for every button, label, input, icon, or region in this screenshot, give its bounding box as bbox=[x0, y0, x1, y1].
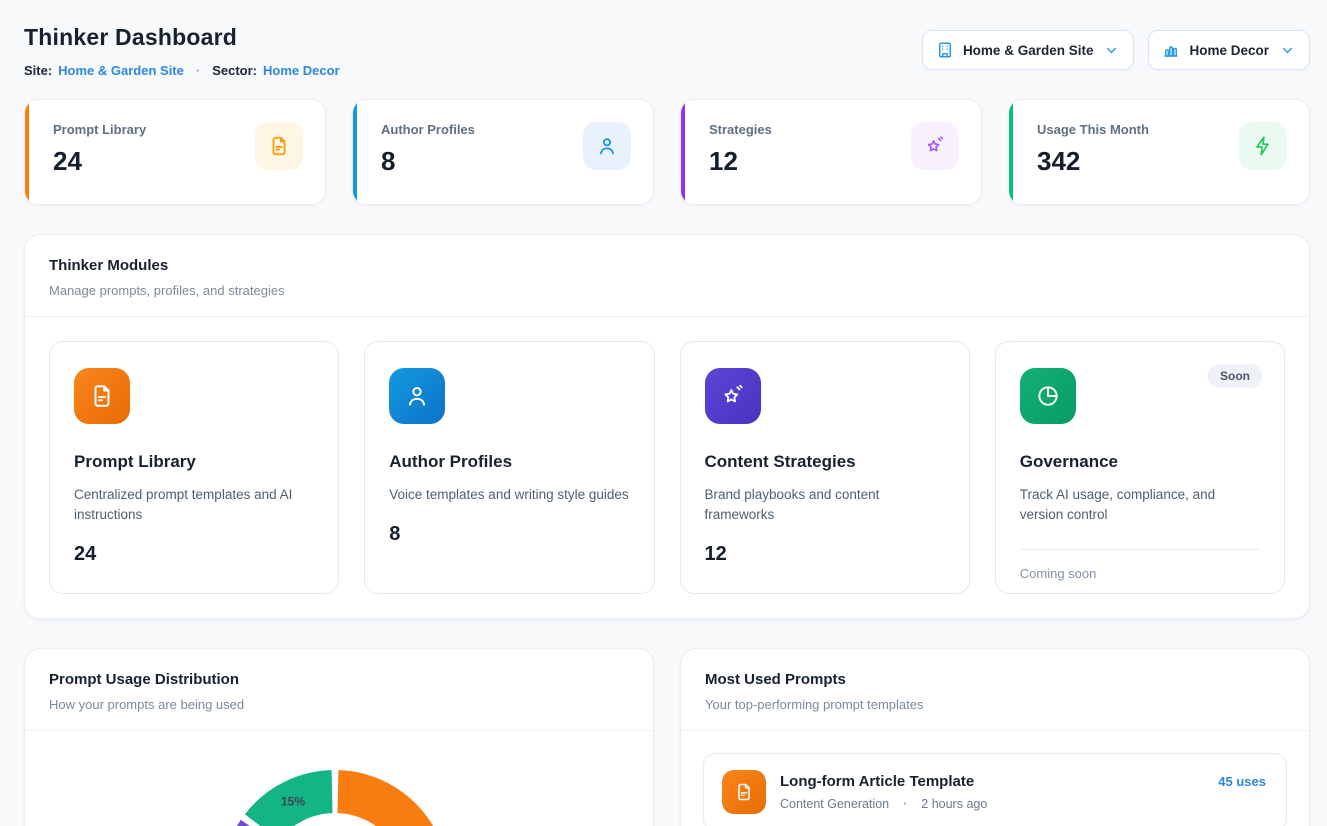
bolt-icon bbox=[1239, 122, 1287, 170]
thinker-modules-card: Thinker Modules Manage prompts, profiles… bbox=[24, 234, 1310, 619]
modules-section-subtitle: Manage prompts, profiles, and strategies bbox=[49, 283, 1285, 298]
stat-card-author-profiles[interactable]: Author Profiles 8 bbox=[352, 99, 654, 205]
module-title: Governance bbox=[1020, 452, 1260, 472]
module-count: 12 bbox=[705, 543, 945, 566]
module-card-author-profiles[interactable]: Author Profiles Voice templates and writ… bbox=[364, 341, 654, 594]
sector-link[interactable]: Home Decor bbox=[263, 63, 340, 78]
sector-selector-label: Home Decor bbox=[1189, 43, 1269, 58]
stat-card-strategies[interactable]: Strategies 12 bbox=[680, 99, 982, 205]
coming-soon-text: Coming soon bbox=[1020, 566, 1260, 581]
site-selector-label: Home & Garden Site bbox=[963, 43, 1094, 58]
modules-grid: Prompt Library Centralized prompt templa… bbox=[25, 317, 1309, 618]
breadcrumb: Site: Home & Garden Site · Sector: Home … bbox=[24, 63, 340, 78]
sector-label: Sector: bbox=[212, 63, 257, 78]
document-icon bbox=[74, 368, 130, 424]
user-icon bbox=[389, 368, 445, 424]
dot-separator: · bbox=[196, 63, 200, 78]
module-title: Author Profiles bbox=[389, 452, 629, 472]
bar-chart-icon bbox=[1162, 41, 1180, 59]
most-used-title: Most Used Prompts bbox=[705, 671, 1285, 688]
donut-slice-label: 15% bbox=[281, 795, 305, 809]
prompt-item-title: Long-form Article Template bbox=[780, 773, 1204, 790]
module-card-content-strategies[interactable]: Content Strategies Brand playbooks and c… bbox=[680, 341, 970, 594]
prompt-item-uses-badge: 45 uses bbox=[1218, 774, 1266, 789]
module-title: Prompt Library bbox=[74, 452, 314, 472]
chevron-down-icon bbox=[1104, 43, 1119, 58]
usage-chart-subtitle: How your prompts are being used bbox=[49, 697, 629, 712]
star-icon bbox=[705, 368, 761, 424]
prompt-item-time: 2 hours ago bbox=[921, 797, 987, 811]
stats-row: Prompt Library 24 Author Profiles 8 Stra… bbox=[24, 99, 1310, 205]
donut-chart: 15% bbox=[25, 731, 653, 826]
site-label: Site: bbox=[24, 63, 52, 78]
prompt-usage-distribution-card: Prompt Usage Distribution How your promp… bbox=[24, 648, 654, 826]
stat-label: Strategies bbox=[709, 122, 772, 137]
module-description: Voice templates and writing style guides bbox=[389, 485, 629, 505]
module-description: Centralized prompt templates and AI inst… bbox=[74, 485, 314, 525]
document-icon bbox=[255, 122, 303, 170]
prompt-list-item[interactable]: Long-form Article Template Content Gener… bbox=[703, 753, 1287, 826]
soon-badge: Soon bbox=[1208, 364, 1262, 388]
star-icon bbox=[911, 122, 959, 170]
module-card-governance[interactable]: Soon Governance Track AI usage, complian… bbox=[995, 341, 1285, 594]
accent-bar bbox=[25, 100, 29, 204]
stat-value: 8 bbox=[381, 146, 475, 177]
module-card-prompt-library[interactable]: Prompt Library Centralized prompt templa… bbox=[49, 341, 339, 594]
stat-card-prompt-library[interactable]: Prompt Library 24 bbox=[24, 99, 326, 205]
module-description: Brand playbooks and content frameworks bbox=[705, 485, 945, 525]
accent-bar bbox=[681, 100, 685, 204]
page-header: Thinker Dashboard Site: Home & Garden Si… bbox=[24, 0, 1310, 78]
pie-chart-icon bbox=[1020, 368, 1076, 424]
sector-selector-dropdown[interactable]: Home Decor bbox=[1148, 30, 1310, 70]
module-count: 8 bbox=[389, 523, 629, 546]
document-icon bbox=[722, 770, 766, 814]
site-selector-dropdown[interactable]: Home & Garden Site bbox=[922, 30, 1135, 70]
stat-value: 24 bbox=[53, 146, 146, 177]
stat-card-usage[interactable]: Usage This Month 342 bbox=[1008, 99, 1310, 205]
module-title: Content Strategies bbox=[705, 452, 945, 472]
stat-label: Author Profiles bbox=[381, 122, 475, 137]
accent-bar bbox=[1009, 100, 1013, 204]
site-link[interactable]: Home & Garden Site bbox=[58, 63, 184, 78]
usage-chart-title: Prompt Usage Distribution bbox=[49, 671, 629, 688]
building-icon bbox=[936, 41, 954, 59]
user-icon bbox=[583, 122, 631, 170]
accent-bar bbox=[353, 100, 357, 204]
segment-orange bbox=[336, 769, 450, 826]
stat-value: 342 bbox=[1037, 146, 1149, 177]
dot-separator: · bbox=[903, 797, 907, 811]
page-title: Thinker Dashboard bbox=[24, 24, 340, 51]
most-used-subtitle: Your top-performing prompt templates bbox=[705, 697, 1285, 712]
module-count: 24 bbox=[74, 543, 314, 566]
modules-section-title: Thinker Modules bbox=[49, 257, 1285, 274]
prompt-item-category: Content Generation bbox=[780, 797, 889, 811]
most-used-prompts-card: Most Used Prompts Your top-performing pr… bbox=[680, 648, 1310, 826]
divider bbox=[1020, 549, 1260, 550]
stat-value: 12 bbox=[709, 146, 772, 177]
module-description: Track AI usage, compliance, and version … bbox=[1020, 485, 1260, 525]
donut-chart-svg: 15% bbox=[215, 764, 455, 826]
stat-label: Prompt Library bbox=[53, 122, 146, 137]
chevron-down-icon bbox=[1280, 43, 1295, 58]
stat-label: Usage This Month bbox=[1037, 122, 1149, 137]
